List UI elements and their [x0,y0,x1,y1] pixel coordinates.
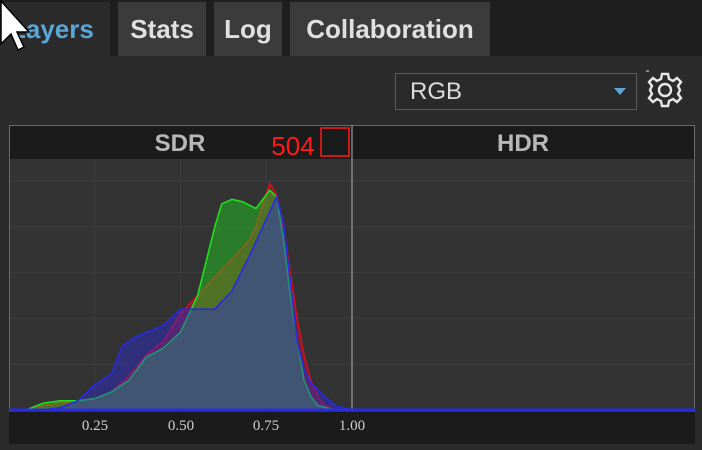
tab-label: Stats [130,13,194,44]
channel-select-value: RGB [410,77,463,105]
channel-select[interactable]: RGB [395,73,637,110]
gear-icon[interactable] [645,70,685,110]
x-tick-label: 0.50 [168,418,194,434]
tab-bar: Layers Stats Log Collaboration [0,0,702,56]
tab-stats[interactable]: Stats [118,2,206,56]
x-tick-label: 0.25 [82,418,108,434]
x-tick-label: 1.00 [339,418,365,434]
x-tick-label: 0.75 [253,418,279,434]
sdr-label: SDR [155,130,206,157]
histogram-chart: SDR HDR 504 0.25 0.50 0.75 1.00 [9,125,695,444]
hdr-label: HDR [497,130,549,157]
arrow-cursor-icon [0,0,30,52]
tab-label: Collaboration [306,13,474,44]
tab-label: Log [224,13,272,44]
chevron-down-icon [614,88,626,95]
histogram-panel: SDR HDR 504 0.25 0.50 0.75 1.00 [9,125,695,444]
tab-log[interactable]: Log [214,2,282,56]
tab-collaboration[interactable]: Collaboration [290,2,490,56]
sample-value: 504 [271,131,314,161]
